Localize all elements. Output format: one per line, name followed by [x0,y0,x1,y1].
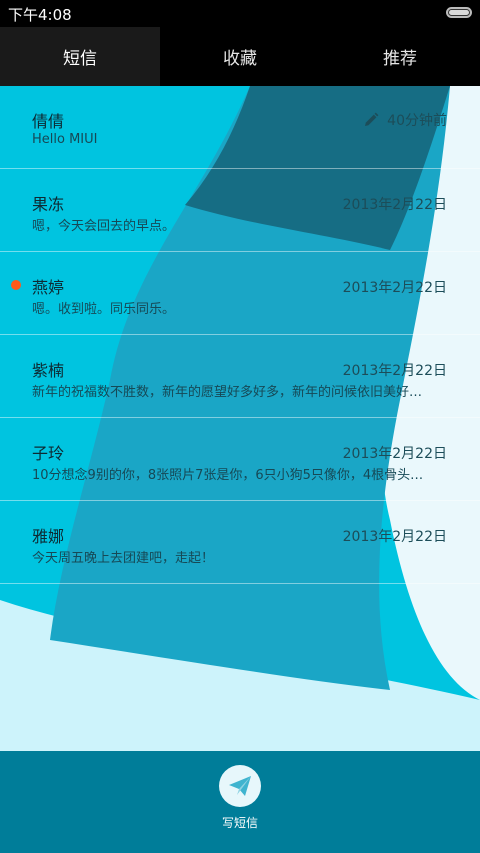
contact-name: 紫楠 [32,361,65,380]
message-date: 2013年2月22日 [342,529,447,545]
message-date: 2013年2月22日 [342,197,447,213]
message-row[interactable]: 雅娜 今天周五晚上去团建吧，走起！ 2013年2月22日 [0,501,480,584]
message-list: 倩倩 Hello MIUI 40分钟前 果冻 嗯，今天会回去的早点。 2013年… [0,86,480,584]
bottom-action-bar: 写短信 [0,751,480,853]
message-row[interactable]: 紫楠 新年的祝福数不胜数，新年的愿望好多好多，新年的问候依旧美好… 2013年2… [0,335,480,418]
contact-name: 燕婷 [32,278,65,297]
message-date: 2013年2月22日 [342,446,447,462]
contact-name: 倩倩 [32,112,65,131]
tab-sms[interactable]: 短信 [0,27,160,86]
pencil-icon [365,112,379,126]
compose-icon-circle [219,765,261,807]
paper-plane-icon [229,776,251,796]
message-row[interactable]: 倩倩 Hello MIUI 40分钟前 [0,86,480,169]
message-preview: 10分想念9别的你，8张照片7张是你，6只小狗5只像你，4根骨头… [32,468,424,483]
contact-name: 子玲 [32,444,65,463]
compose-label: 写短信 [221,816,258,830]
message-preview: Hello MIUI [32,132,98,147]
status-bar: 下午4:08 [0,0,480,27]
status-time: 下午4:08 [8,6,72,24]
tab-recommend[interactable]: 推荐 [320,27,480,86]
message-row[interactable]: 子玲 10分想念9别的你，8张照片7张是你，6只小狗5只像你，4根骨头… 201… [0,418,480,501]
compose-button[interactable]: 写短信 [219,765,261,831]
contact-name: 果冻 [32,195,65,214]
message-preview: 今天周五晚上去团建吧，走起！ [32,551,215,566]
message-date: 2013年2月22日 [342,280,447,296]
message-date: 40分钟前 [387,113,447,129]
draft-indicator: 40分钟前 [363,110,447,130]
message-preview: 嗯。收到啦。同乐同乐。 [32,302,176,317]
tab-bar: 短信 收藏 推荐 [0,27,480,86]
message-row[interactable]: 燕婷 嗯。收到啦。同乐同乐。 2013年2月22日 [0,252,480,335]
tab-favorites[interactable]: 收藏 [160,27,320,86]
contact-name: 雅娜 [32,527,65,546]
unread-dot-icon [11,280,21,290]
message-date: 2013年2月22日 [342,363,447,379]
message-row[interactable]: 果冻 嗯，今天会回去的早点。 2013年2月22日 [0,169,480,252]
message-preview: 新年的祝福数不胜数，新年的愿望好多好多，新年的问候依旧美好… [32,385,423,400]
battery-icon [446,7,472,18]
message-preview: 嗯，今天会回去的早点。 [32,219,176,234]
